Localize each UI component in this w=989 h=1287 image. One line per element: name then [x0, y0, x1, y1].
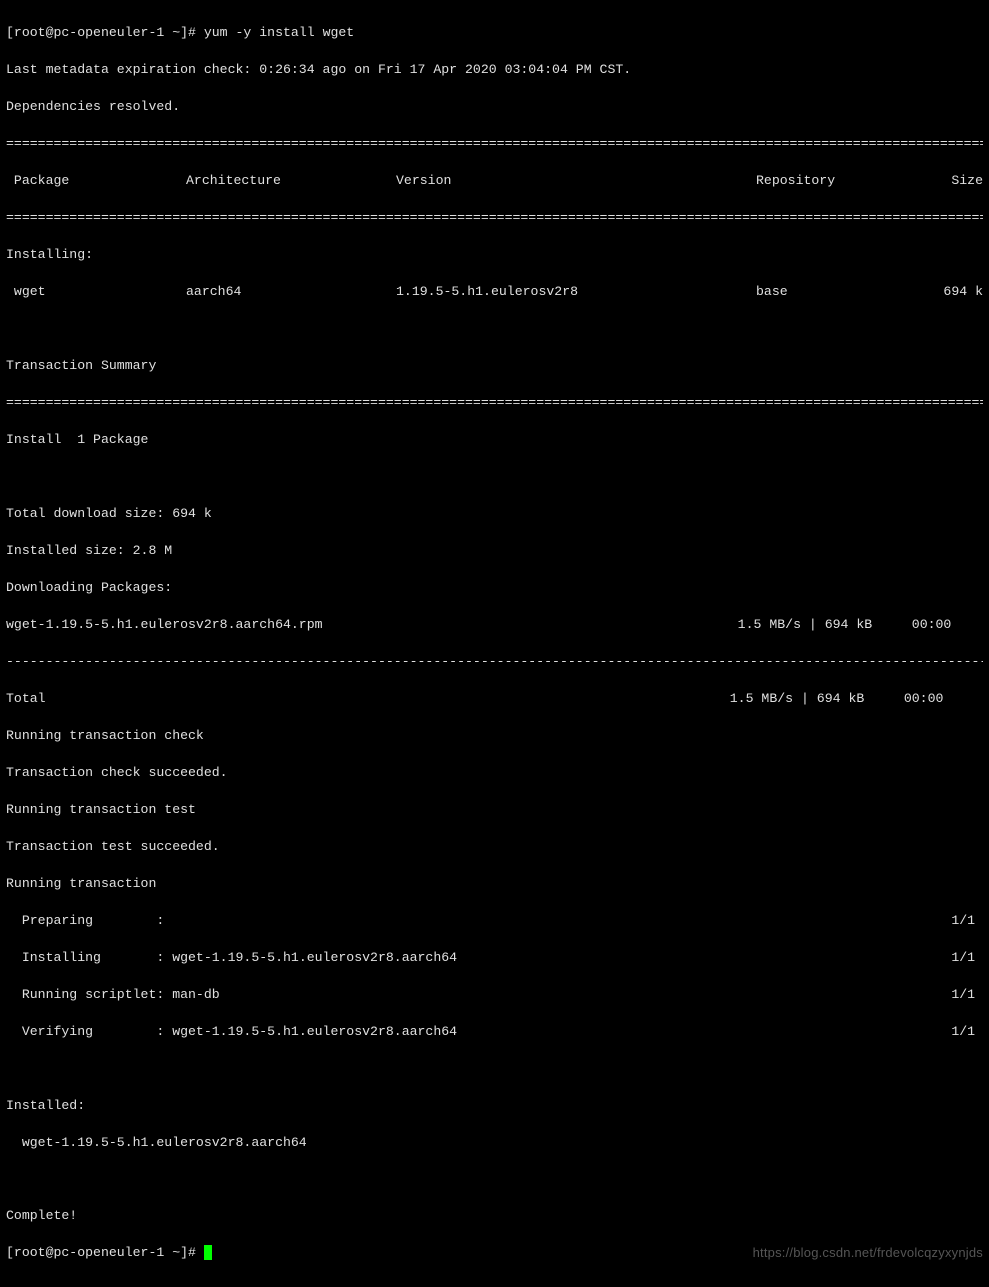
complete-line: Complete!	[6, 1207, 983, 1225]
pkg-size: 694 k	[926, 283, 983, 301]
download-row: wget-1.19.5-5.h1.eulerosv2r8.aarch64.rpm…	[6, 616, 983, 634]
trans-scriptlet: Running scriptlet: man-db1/1	[6, 986, 983, 1004]
total-row: Total1.5 MB/s | 694 kB 00:00	[6, 690, 983, 708]
cursor-block-icon[interactable]	[204, 1245, 212, 1260]
divider-dash: ----------------------------------------…	[6, 653, 983, 671]
trans-name: wget-1.19.5-5.h1.eulerosv2r8.aarch64	[164, 1023, 951, 1041]
table-header-row: PackageArchitectureVersionRepositorySize	[6, 172, 983, 190]
prompt-line-1: [root@pc-openeuler-1 ~]# yum -y install …	[6, 24, 983, 42]
step-test: Running transaction test	[6, 801, 983, 819]
trans-installing: Installing : wget-1.19.5-5.h1.eulerosv2r…	[6, 949, 983, 967]
step-check: Running transaction check	[6, 727, 983, 745]
trans-name: man-db	[164, 986, 951, 1004]
pkg-arch: aarch64	[186, 283, 396, 301]
shell-prompt: [root@pc-openeuler-1 ~]#	[6, 24, 204, 42]
blank-line	[6, 1171, 983, 1189]
col-architecture: Architecture	[186, 172, 396, 190]
trans-label: Preparing :	[6, 912, 164, 930]
metadata-line: Last metadata expiration check: 0:26:34 …	[6, 61, 983, 79]
divider-eq: ========================================…	[6, 135, 983, 153]
divider-eq: ========================================…	[6, 209, 983, 227]
blank-line	[6, 1060, 983, 1078]
step-test-ok: Transaction test succeeded.	[6, 838, 983, 856]
deps-resolved-line: Dependencies resolved.	[6, 98, 983, 116]
divider-eq: ========================================…	[6, 394, 983, 412]
blank-line	[6, 468, 983, 486]
col-package: Package	[6, 172, 186, 190]
download-speed: 1.5 MB/s | 694 kB 00:00	[738, 616, 983, 634]
table-row: wgetaarch641.19.5-5.h1.eulerosv2r8base69…	[6, 283, 983, 301]
trans-count: 1/1	[951, 949, 983, 967]
col-repository: Repository	[756, 172, 926, 190]
trans-count: 1/1	[951, 912, 983, 930]
installed-pkg: wget-1.19.5-5.h1.eulerosv2r8.aarch64	[6, 1134, 983, 1152]
blank-line	[6, 320, 983, 338]
total-speed: 1.5 MB/s | 694 kB 00:00	[730, 690, 983, 708]
trans-count: 1/1	[951, 1023, 983, 1041]
pkg-repo: base	[756, 283, 926, 301]
prompt-line-2: [root@pc-openeuler-1 ~]# https://blog.cs…	[6, 1244, 983, 1262]
installing-label: Installing:	[6, 246, 983, 264]
transaction-summary-label: Transaction Summary	[6, 357, 983, 375]
trans-label: Verifying :	[6, 1023, 164, 1041]
trans-name	[164, 912, 951, 930]
installed-size: Installed size: 2.8 M	[6, 542, 983, 560]
trans-verifying: Verifying : wget-1.19.5-5.h1.eulerosv2r8…	[6, 1023, 983, 1041]
col-version: Version	[396, 172, 756, 190]
shell-prompt: [root@pc-openeuler-1 ~]#	[6, 1245, 204, 1260]
install-count: Install 1 Package	[6, 431, 983, 449]
step-check-ok: Transaction check succeeded.	[6, 764, 983, 782]
entered-command: yum -y install wget	[204, 24, 354, 42]
total-download-size: Total download size: 694 k	[6, 505, 983, 523]
installed-header: Installed:	[6, 1097, 983, 1115]
trans-label: Running scriptlet:	[6, 986, 164, 1004]
watermark-text: https://blog.csdn.net/frdevolcqzyxynjds	[753, 1244, 983, 1262]
download-file: wget-1.19.5-5.h1.eulerosv2r8.aarch64.rpm	[6, 616, 738, 634]
step-run: Running transaction	[6, 875, 983, 893]
pkg-name: wget	[6, 283, 186, 301]
total-label: Total	[6, 690, 730, 708]
trans-label: Installing :	[6, 949, 164, 967]
trans-preparing: Preparing : 1/1	[6, 912, 983, 930]
col-size: Size	[926, 172, 983, 190]
terminal-output[interactable]: [root@pc-openeuler-1 ~]# yum -y install …	[6, 6, 983, 1281]
pkg-version: 1.19.5-5.h1.eulerosv2r8	[396, 283, 756, 301]
trans-count: 1/1	[951, 986, 983, 1004]
downloading-label: Downloading Packages:	[6, 579, 983, 597]
trans-name: wget-1.19.5-5.h1.eulerosv2r8.aarch64	[164, 949, 951, 967]
